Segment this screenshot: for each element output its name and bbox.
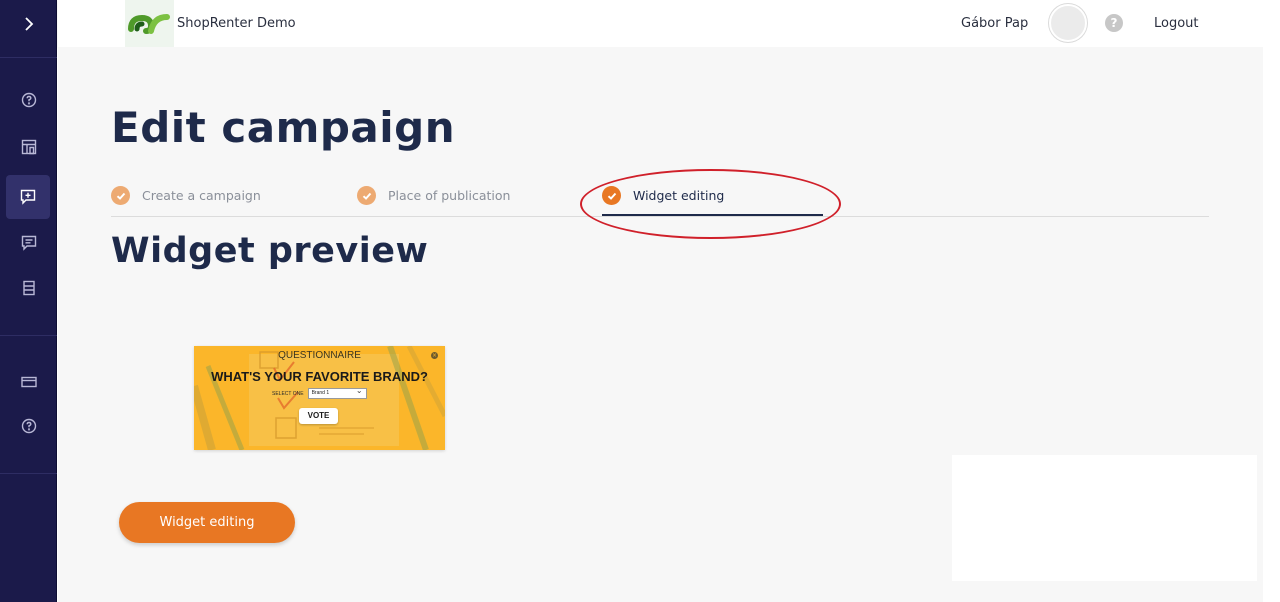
page-edge bbox=[1263, 0, 1280, 602]
widget-select-row: SELECT ONE Brand 1 bbox=[272, 386, 367, 399]
question-circle-icon bbox=[21, 418, 36, 434]
shop-logo-icon bbox=[127, 13, 170, 34]
page-title: Edit campaign bbox=[111, 103, 456, 152]
logout-link[interactable]: Logout bbox=[1154, 16, 1199, 31]
layout-icon bbox=[21, 139, 36, 155]
comment-plus-icon bbox=[20, 189, 36, 205]
chevron-right-icon bbox=[24, 17, 33, 31]
widget-header: QUESTIONNAIRE bbox=[278, 350, 361, 361]
user-name: Gábor Pap bbox=[961, 16, 1029, 31]
check-icon bbox=[111, 186, 130, 205]
widget-preview-title: Widget preview bbox=[111, 231, 429, 271]
brand-select[interactable]: Brand 1 bbox=[307, 386, 367, 399]
check-icon bbox=[357, 186, 376, 205]
vote-button[interactable]: VOTE bbox=[299, 408, 338, 424]
sidebar-item-templates[interactable] bbox=[0, 125, 57, 169]
sidebar-item-help[interactable] bbox=[0, 78, 57, 122]
sidebar bbox=[0, 0, 57, 602]
main-content: Edit campaign Create a campaign Place of… bbox=[58, 47, 1263, 602]
sidebar-item-support[interactable] bbox=[0, 404, 57, 448]
sidebar-divider bbox=[0, 57, 57, 58]
shop-name: ShopRenter Demo bbox=[177, 16, 296, 31]
close-icon[interactable]: × bbox=[431, 352, 438, 359]
widget-editing-button[interactable]: Widget editing bbox=[119, 502, 295, 543]
widget-preview: QUESTIONNAIRE × WHAT'S YOUR FAVORITE BRA… bbox=[194, 346, 445, 450]
sidebar-item-archive[interactable] bbox=[0, 266, 57, 310]
credit-card-icon bbox=[20, 376, 37, 388]
annotation-ellipse bbox=[580, 169, 841, 239]
sidebar-divider bbox=[0, 335, 57, 336]
step-create-campaign[interactable]: Create a campaign bbox=[111, 186, 261, 205]
step-label: Create a campaign bbox=[142, 188, 261, 203]
step-place-of-publication[interactable]: Place of publication bbox=[357, 186, 510, 205]
avatar[interactable] bbox=[1049, 4, 1087, 42]
blank-panel bbox=[952, 455, 1257, 581]
step-label: Place of publication bbox=[388, 188, 511, 203]
archive-icon bbox=[22, 280, 35, 296]
sidebar-divider bbox=[0, 473, 57, 474]
shop-logo[interactable] bbox=[125, 0, 174, 47]
comment-icon bbox=[21, 235, 36, 251]
top-header: ShopRenter Demo Gábor Pap ? Logout bbox=[58, 0, 1263, 47]
select-label: SELECT ONE bbox=[272, 390, 304, 397]
expand-sidebar-button[interactable] bbox=[0, 2, 57, 46]
widget-question: WHAT'S YOUR FAVORITE BRAND? bbox=[211, 369, 428, 384]
sidebar-item-billing[interactable] bbox=[0, 360, 57, 404]
sidebar-item-messages[interactable] bbox=[0, 221, 57, 265]
sidebar-item-campaigns[interactable] bbox=[6, 175, 50, 219]
help-icon[interactable]: ? bbox=[1105, 14, 1123, 32]
question-circle-icon bbox=[21, 92, 36, 108]
